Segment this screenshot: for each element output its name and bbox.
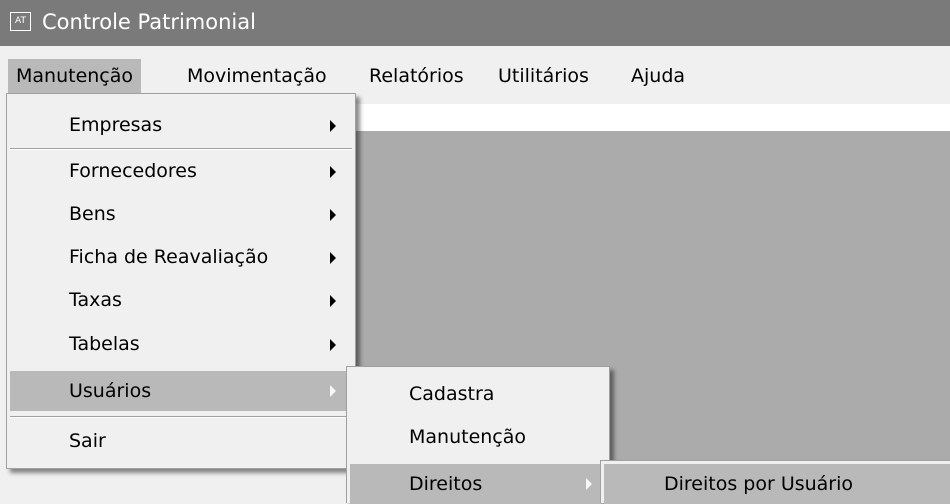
menu-item-empresas[interactable]: Empresas xyxy=(7,104,355,146)
menu-item-label: Ficha de Reavaliação xyxy=(69,246,269,268)
title-bar: AT Controle Patrimonial xyxy=(0,0,950,46)
menu-item-label: Taxas xyxy=(69,289,122,311)
submenu-arrow-icon xyxy=(330,209,336,221)
submenu-arrow-icon xyxy=(330,339,336,351)
menu-ajuda[interactable]: Ajuda xyxy=(623,59,693,93)
menu-item-label: Manutenção xyxy=(409,426,527,448)
manutencao-dropdown: Empresas Fornecedores Bens Ficha de Reav… xyxy=(6,93,356,469)
menu-movimentacao[interactable]: Movimentação xyxy=(179,59,335,93)
menu-item-bens[interactable]: Bens xyxy=(7,193,355,235)
menu-item-direitos-por-usuario[interactable]: Direitos por Usuário xyxy=(604,464,950,504)
menu-item-label: Usuários xyxy=(69,380,152,402)
menu-utilitarios[interactable]: Utilitários xyxy=(490,59,597,93)
menu-item-fornecedores[interactable]: Fornecedores xyxy=(7,150,355,192)
menu-bar: Manutenção Movimentação Relatórios Utili… xyxy=(0,59,950,93)
submenu-arrow-icon xyxy=(330,295,336,307)
menu-item-ficha-reavaliacao[interactable]: Ficha de Reavaliação xyxy=(7,236,355,278)
submenu-arrow-icon xyxy=(330,252,336,264)
submenu-arrow-icon xyxy=(330,385,336,397)
menu-manutencao[interactable]: Manutenção xyxy=(8,59,142,93)
menu-separator xyxy=(10,416,352,418)
menu-item-label: Cadastra xyxy=(409,383,495,405)
menu-item-label: Fornecedores xyxy=(69,160,197,182)
submenu-arrow-icon xyxy=(330,166,336,178)
menu-item-label: Bens xyxy=(69,203,116,225)
menu-item-label: Direitos xyxy=(409,473,483,495)
menu-item-taxas[interactable]: Taxas xyxy=(7,279,355,321)
menu-item-tabelas[interactable]: Tabelas xyxy=(7,323,355,365)
submenu-arrow-icon xyxy=(330,120,336,132)
submenu-arrow-icon xyxy=(586,478,592,490)
menu-item-direitos[interactable]: Direitos xyxy=(350,464,606,504)
app-icon: AT xyxy=(10,12,31,31)
menu-item-label: Empresas xyxy=(69,114,163,136)
menu-item-manutencao[interactable]: Manutenção xyxy=(347,416,609,458)
menu-item-cadastra[interactable]: Cadastra xyxy=(347,373,609,415)
client-area-header xyxy=(352,104,950,131)
menu-item-label: Direitos por Usuário xyxy=(664,473,854,495)
direitos-submenu: Direitos por Usuário xyxy=(600,460,950,504)
usuarios-submenu: Cadastra Manutenção Direitos xyxy=(346,366,610,504)
menu-item-label: Sair xyxy=(69,430,106,452)
menu-item-sair[interactable]: Sair xyxy=(7,420,355,462)
menu-relatorios[interactable]: Relatórios xyxy=(361,59,472,93)
menu-item-label: Tabelas xyxy=(69,333,140,355)
window-title: Controle Patrimonial xyxy=(42,10,256,34)
menu-item-usuarios[interactable]: Usuários xyxy=(10,371,352,411)
